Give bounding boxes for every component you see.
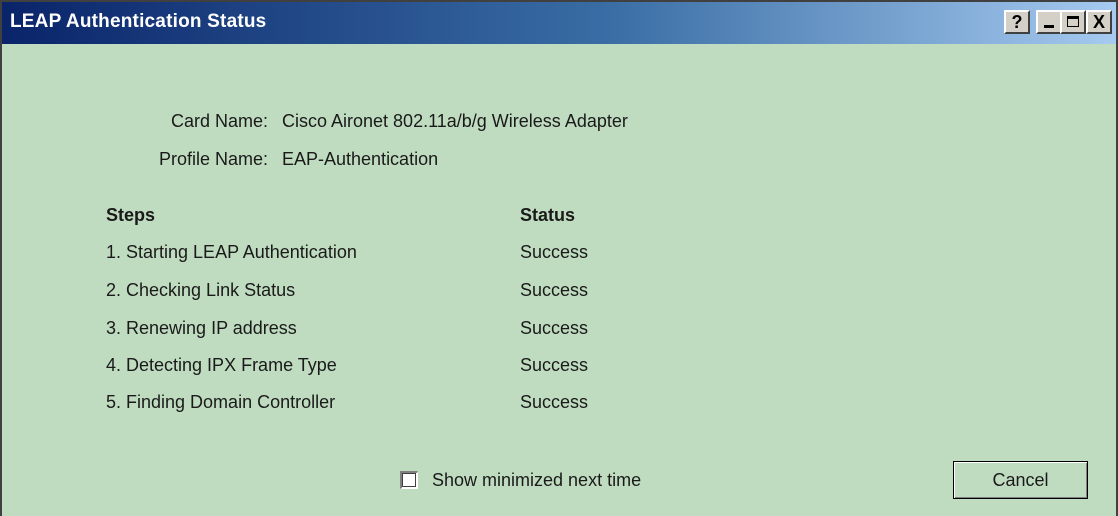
show-minimized-label[interactable]: Show minimized next time [432, 470, 641, 491]
step-row: 5. Finding Domain Controller Success [2, 392, 702, 418]
steps-header: Steps [106, 205, 156, 225]
card-name-label: Card Name: [170, 111, 268, 131]
close-button[interactable]: X [1086, 10, 1112, 34]
step-row: 3. Renewing IP address Success [2, 318, 702, 344]
step-status: Success [520, 355, 589, 375]
step-label: 2. Checking Link Status [106, 280, 296, 300]
minimize-icon [1044, 25, 1054, 28]
step-label: 4. Detecting IPX Frame Type [106, 355, 337, 375]
minimize-button[interactable] [1036, 10, 1062, 34]
leap-status-window: LEAP Authentication Status ? X Card Name… [0, 0, 1118, 516]
profile-name-label: Profile Name: [158, 149, 268, 169]
step-status: Success [520, 242, 589, 262]
window-title: LEAP Authentication Status [10, 11, 267, 32]
status-header: Status [520, 205, 576, 225]
step-row: 1. Starting LEAP Authentication Success [2, 242, 702, 268]
cancel-button[interactable]: Cancel [953, 461, 1088, 499]
step-label: 1. Starting LEAP Authentication [106, 242, 357, 262]
title-bar[interactable]: LEAP Authentication Status ? X [2, 2, 1116, 44]
close-icon: X [1092, 12, 1105, 32]
maximize-button[interactable] [1060, 10, 1086, 34]
card-name-value: Cisco Aironet 802.11a/b/g Wireless Adapt… [282, 111, 628, 131]
profile-name-value: EAP-Authentication [282, 149, 439, 169]
step-status: Success [520, 280, 589, 300]
step-label: 3. Renewing IP address [106, 318, 297, 338]
maximize-icon [1067, 16, 1079, 27]
step-row: 2. Checking Link Status Success [2, 280, 702, 306]
step-row: 4. Detecting IPX Frame Type Success [2, 355, 702, 381]
show-minimized-option[interactable]: Show minimized next time [400, 468, 641, 492]
step-status: Success [520, 392, 589, 412]
step-label: 5. Finding Domain Controller [106, 392, 336, 412]
help-icon: ? [1011, 12, 1023, 32]
help-button[interactable]: ? [1004, 10, 1030, 34]
step-status: Success [520, 318, 589, 338]
show-minimized-checkbox[interactable] [400, 471, 418, 489]
